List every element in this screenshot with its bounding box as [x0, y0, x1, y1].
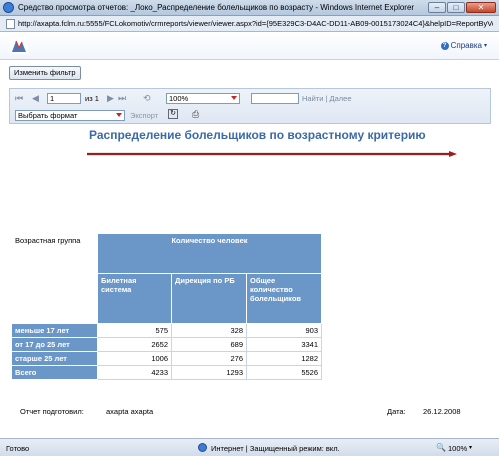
help-label[interactable]: Справка: [451, 41, 482, 50]
dropdown-arrow-icon: [231, 96, 237, 100]
window-title: Средство просмотра отчетов: _Локо_Распре…: [18, 3, 415, 12]
prepared-by-value: axapta axapta: [106, 407, 154, 416]
prepared-by-label: Отчет подготовил:: [20, 407, 84, 416]
help-menu[interactable]: ? Справка ▾: [440, 41, 487, 50]
corner-header: Возрастная группа: [11, 233, 98, 324]
first-page-icon[interactable]: ⏮: [15, 93, 23, 104]
title-underline-arrow: [87, 151, 457, 157]
format-placeholder: Выбрать формат: [18, 111, 78, 120]
internet-explorer-icon: [3, 2, 14, 13]
refresh-icon[interactable]: ↻: [168, 109, 178, 119]
dynamics-logo-icon: [10, 38, 28, 54]
table-cell: 1293: [171, 365, 247, 380]
security-zone-text[interactable]: Интернет | Защищенный режим: вкл.: [211, 444, 340, 453]
dropdown-arrow-icon: [116, 113, 122, 117]
page-count-label: из 1: [85, 94, 99, 103]
table-cell: 4233: [97, 365, 172, 380]
window-controls: – □ ✕: [428, 2, 496, 13]
status-bar: Готово Интернет | Защищенный режим: вкл.…: [0, 438, 499, 456]
page-number-input[interactable]: 1: [47, 93, 81, 104]
table-cell: 276: [171, 351, 247, 366]
address-url[interactable]: http://axapta.fclm.ru:5555/FCLokomotiv/c…: [18, 19, 493, 28]
globe-icon: [198, 443, 207, 452]
zoom-select[interactable]: 100%: [166, 93, 240, 104]
column-header: Билетная система: [97, 273, 172, 324]
table-cell: 689: [171, 337, 247, 352]
table-cell: 328: [171, 323, 247, 338]
table-cell: 1282: [246, 351, 322, 366]
table-cell: 575: [97, 323, 172, 338]
window-titlebar: Средство просмотра отчетов: _Локо_Распре…: [0, 0, 499, 16]
export-link[interactable]: Экспорт: [130, 111, 158, 120]
table-row: меньше 17 лет 575 328 903: [11, 323, 322, 338]
help-icon: ?: [440, 41, 449, 50]
table-cell: 903: [246, 323, 322, 338]
back-icon[interactable]: ⟲: [143, 93, 151, 104]
report-title: Распределение болельщиков по возрастному…: [89, 128, 426, 142]
chevron-down-icon[interactable]: ▾: [469, 444, 472, 451]
report-viewer-toolbar: ⏮ ◀ 1 из 1 ▶ ⏭ ⟲ 100% Найти | Далее Выбр…: [9, 88, 491, 124]
table-cell: 2652: [97, 337, 172, 352]
row-label: Всего: [11, 365, 98, 380]
maximize-button[interactable]: □: [447, 2, 465, 13]
row-label: от 17 до 25 лет: [11, 337, 98, 352]
address-bar[interactable]: http://axapta.fclm.ru:5555/FCLokomotiv/c…: [0, 16, 499, 32]
age-distribution-table: Возрастная группа Количество человек Бил…: [11, 233, 322, 380]
table-row: от 17 до 25 лет 2652 689 3341: [11, 337, 322, 352]
find-next-link[interactable]: Далее: [330, 94, 352, 103]
find-link[interactable]: Найти: [302, 94, 323, 103]
table-cell: 3341: [246, 337, 322, 352]
print-icon[interactable]: ⎙: [192, 109, 204, 119]
zoom-icon[interactable]: 🔍: [436, 443, 446, 452]
app-toolbar: ? Справка ▾: [0, 32, 499, 60]
table-row-total: Всего 4233 1293 5526: [11, 365, 322, 380]
close-button[interactable]: ✕: [466, 2, 496, 13]
edit-filter-button[interactable]: Изменить фильтр: [9, 66, 81, 80]
table-cell: 5526: [246, 365, 322, 380]
last-page-icon[interactable]: ⏭: [118, 93, 126, 104]
minimize-button[interactable]: –: [428, 2, 446, 13]
page-icon: [6, 19, 15, 29]
column-header: Общее количество болельщиков: [246, 273, 322, 324]
row-label: меньше 17 лет: [11, 323, 98, 338]
next-page-icon[interactable]: ▶: [107, 93, 114, 104]
chevron-down-icon: ▾: [483, 43, 487, 49]
column-header: Дирекция по РБ: [171, 273, 247, 324]
table-row: старше 25 лет 1006 276 1282: [11, 351, 322, 366]
group-header: Количество человек: [97, 233, 322, 274]
filter-area: Изменить фильтр: [0, 61, 499, 87]
date-value: 26.12.2008: [423, 407, 461, 416]
table-cell: 1006: [97, 351, 172, 366]
row-label: старше 25 лет: [11, 351, 98, 366]
export-format-select[interactable]: Выбрать формат: [15, 110, 125, 121]
date-label: Дата:: [387, 407, 406, 416]
status-zoom-level[interactable]: 100%: [448, 444, 467, 453]
zoom-value: 100%: [169, 94, 189, 103]
status-text: Готово: [6, 444, 30, 453]
find-text-input[interactable]: [251, 93, 299, 104]
previous-page-icon[interactable]: ◀: [32, 93, 39, 104]
report-body: Распределение болельщиков по возрастному…: [9, 125, 491, 423]
find-links: Найти | Далее: [302, 94, 352, 103]
